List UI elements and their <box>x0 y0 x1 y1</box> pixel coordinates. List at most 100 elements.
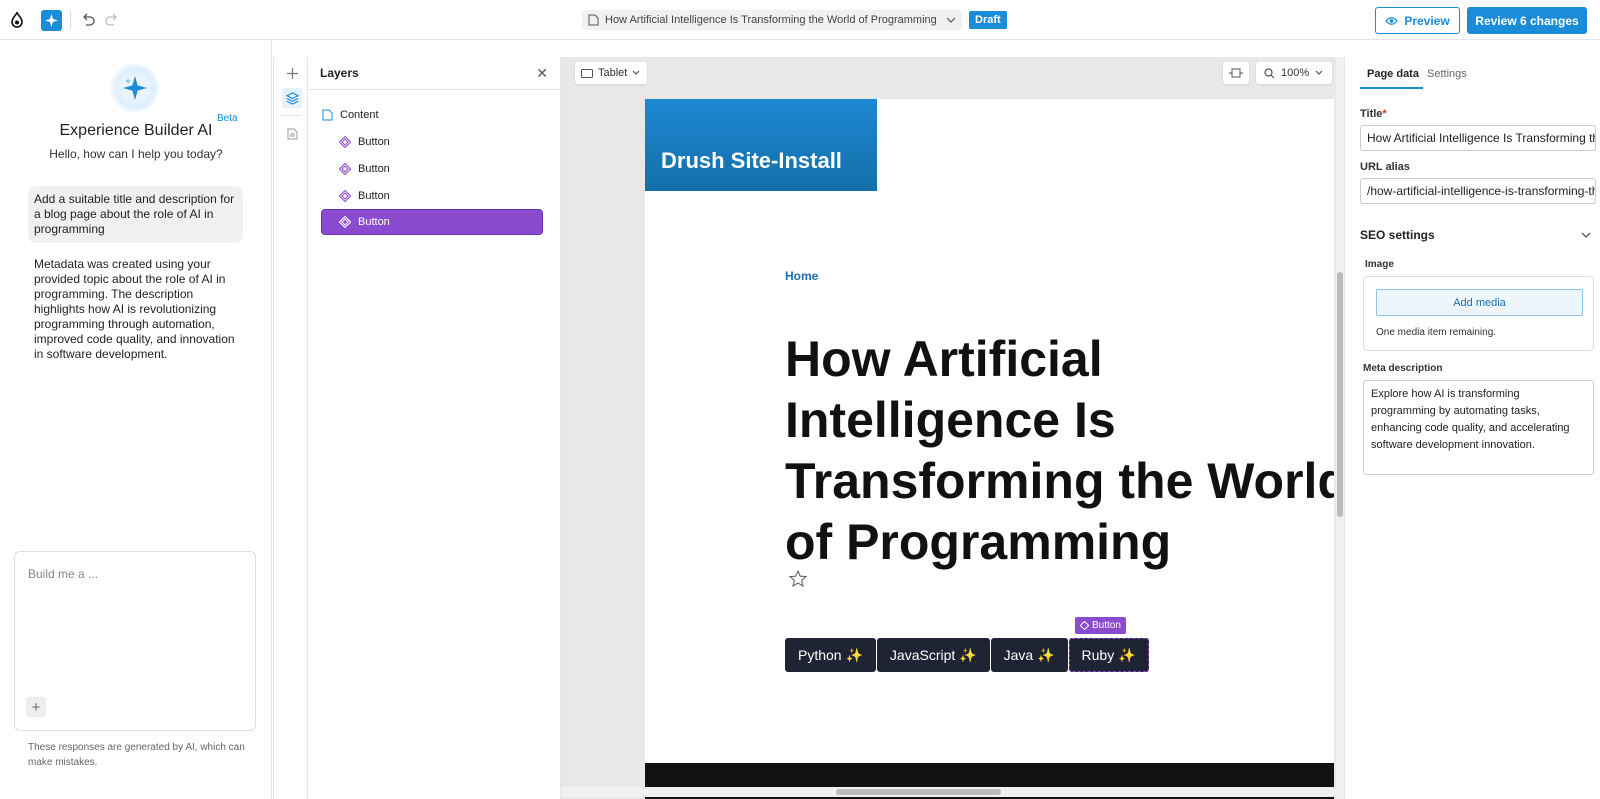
canvas-vertical-scrollbar[interactable] <box>1336 57 1344 799</box>
component-icon <box>1080 621 1089 630</box>
selected-component-tag: Button <box>1075 617 1126 634</box>
undo-icon[interactable] <box>80 12 96 28</box>
layer-item-button[interactable]: Button <box>339 129 539 155</box>
sidebar-icon-rail <box>273 57 308 799</box>
python-button[interactable]: Python ✨ <box>785 638 876 672</box>
chevron-down-icon <box>632 70 640 75</box>
star-icon[interactable] <box>788 569 808 589</box>
chevron-down-icon[interactable] <box>1580 230 1592 240</box>
component-icon <box>339 136 351 148</box>
component-icon <box>339 163 351 175</box>
tablet-icon <box>581 68 593 78</box>
preview-canvas[interactable]: Tablet 100% Drush Site-Install Home How … <box>561 57 1336 799</box>
assistant-message: Metadata was created using your provided… <box>34 257 235 361</box>
layers-button[interactable] <box>282 88 302 108</box>
layer-label: Button <box>358 190 390 202</box>
media-hint: One media item remaining. <box>1376 327 1497 338</box>
chevron-down-icon <box>946 17 956 23</box>
device-label: Tablet <box>598 67 628 79</box>
page-icon <box>322 109 333 121</box>
preview-button[interactable]: Preview <box>1375 7 1460 34</box>
component-icon <box>339 190 351 202</box>
heading-line: How Artificial <box>785 331 1103 387</box>
prompt-placeholder: Build me a ... <box>28 567 99 581</box>
zoom-selector[interactable]: 100% <box>1256 62 1332 84</box>
url-alias-field[interactable]: /how-artificial-intelligence-is-transfor… <box>1360 178 1596 204</box>
layer-item-button[interactable]: Button <box>339 183 539 209</box>
layer-label: Button <box>358 163 390 175</box>
document-icon <box>588 14 599 26</box>
layers-panel: Layers ✕ Content Button Button Button Bu… <box>308 57 561 799</box>
layer-item-content[interactable]: Content <box>322 102 542 128</box>
layer-item-button[interactable]: Button <box>339 156 539 182</box>
attach-button[interactable]: + <box>26 697 46 717</box>
beta-badge: Beta <box>217 113 238 124</box>
page-properties-panel: Page data Settings Title* How Artificial… <box>1344 57 1600 799</box>
site-branding[interactable]: Drush Site-Install <box>645 99 877 191</box>
layer-item-button-selected[interactable]: Button <box>321 209 543 235</box>
plus-icon <box>286 67 298 79</box>
image-field: Add media One media item remaining. <box>1363 276 1594 351</box>
heading-line: of Programming <box>785 514 1172 570</box>
active-tab-indicator <box>1360 87 1423 89</box>
heading-line: Transforming the World <box>785 453 1334 509</box>
close-icon[interactable]: ✕ <box>536 65 548 82</box>
scrollbar-thumb[interactable] <box>1337 272 1343 517</box>
image-label: Image <box>1365 259 1394 270</box>
title-label: Title* <box>1360 108 1387 120</box>
fit-width-button[interactable] <box>1223 62 1249 84</box>
redo-icon[interactable] <box>104 12 120 28</box>
device-selector[interactable]: Tablet <box>575 62 647 84</box>
heading-line: Intelligence Is <box>785 392 1116 448</box>
title-field[interactable]: How Artificial Intelligence Is Transform… <box>1360 125 1596 151</box>
component-icon <box>339 216 351 228</box>
add-media-button[interactable]: Add media <box>1376 289 1583 316</box>
fit-width-icon <box>1229 68 1243 78</box>
sparkle-icon <box>45 14 58 27</box>
ai-assistant-toggle-button[interactable] <box>41 10 62 31</box>
selected-tag-label: Button <box>1092 620 1121 631</box>
page-button[interactable] <box>282 124 302 144</box>
plus-icon: + <box>31 698 41 716</box>
url-alias-label: URL alias <box>1360 161 1410 173</box>
preview-label: Preview <box>1404 13 1450 28</box>
layer-label: Button <box>358 216 390 228</box>
button-group: Python ✨ JavaScript ✨ Java ✨ Ruby ✨ <box>785 638 1149 672</box>
tab-page-data[interactable]: Page data <box>1367 68 1419 80</box>
page-heading[interactable]: How Artificial Intelligence Is Transform… <box>785 329 1334 573</box>
status-badge: Draft <box>969 11 1007 29</box>
ruby-button[interactable]: Ruby ✨ <box>1068 638 1149 672</box>
javascript-button[interactable]: JavaScript ✨ <box>876 638 990 672</box>
eye-icon <box>1385 16 1399 25</box>
ai-panel-title: Experience Builder AI <box>59 122 213 139</box>
chevron-down-icon <box>1315 70 1323 75</box>
breadcrumb[interactable]: Home <box>785 269 818 283</box>
zoom-icon <box>1264 67 1275 78</box>
layers-header: Layers ✕ <box>308 57 560 90</box>
toolbar-divider <box>70 11 71 29</box>
ai-prompt-input[interactable]: Build me a ... + <box>14 551 256 731</box>
drupal-logo-icon[interactable] <box>8 11 26 29</box>
ai-disclaimer: These responses are generated by AI, whi… <box>28 742 245 768</box>
layer-label: Button <box>358 136 390 148</box>
page-icon <box>287 128 297 140</box>
tab-settings[interactable]: Settings <box>1427 68 1467 80</box>
top-toolbar: How Artificial Intelligence Is Transform… <box>0 0 1600 40</box>
java-button[interactable]: Java ✨ <box>990 638 1068 672</box>
sparkle-icon <box>123 76 147 100</box>
review-changes-button[interactable]: Review 6 changes <box>1467 7 1587 34</box>
scrollbar-thumb[interactable] <box>836 789 1001 795</box>
meta-description-field[interactable]: Explore how AI is transforming programmi… <box>1363 380 1594 475</box>
layers-title: Layers <box>320 66 359 80</box>
zoom-level: 100% <box>1281 67 1310 79</box>
add-component-button[interactable] <box>282 63 302 83</box>
layer-label: Content <box>340 109 379 121</box>
ai-avatar <box>114 67 156 109</box>
page-selector-dropdown[interactable]: How Artificial Intelligence Is Transform… <box>582 10 962 30</box>
seo-settings-heading[interactable]: SEO settings <box>1360 228 1435 242</box>
ai-greeting: Hello, how can I help you today? <box>49 147 223 161</box>
ai-assistant-panel: Experience Builder AI Beta Hello, how ca… <box>0 40 272 799</box>
page-preview[interactable]: Drush Site-Install Home How Artificial I… <box>645 99 1334 799</box>
props-tabs: Page data Settings <box>1345 57 1600 90</box>
canvas-horizontal-scrollbar[interactable] <box>561 787 1336 797</box>
